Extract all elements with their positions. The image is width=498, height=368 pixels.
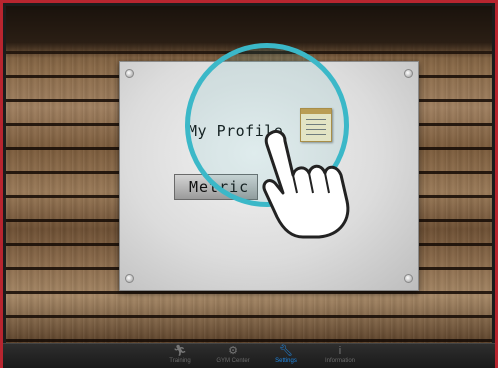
gym-center-icon: ⚙︎: [228, 345, 238, 357]
screw-icon: [404, 274, 413, 283]
tab-gym-center[interactable]: ⚙︎ GYM Center: [205, 345, 261, 367]
info-icon: i: [338, 345, 342, 357]
runner-icon: 🏃︎: [173, 345, 187, 357]
tab-label: GYM Center: [216, 358, 250, 364]
tab-label: Settings: [275, 358, 297, 364]
tab-settings[interactable]: 🔧︎ Settings: [258, 345, 314, 367]
app-frame: My Profile Metric 🏃︎ Training ⚙︎ GYM Cen…: [0, 0, 498, 368]
screw-icon: [125, 274, 134, 283]
screw-icon: [404, 69, 413, 78]
tab-label: Information: [324, 358, 355, 364]
tab-label: Training: [169, 358, 191, 364]
screw-icon: [125, 69, 134, 78]
pointing-hand-icon: [262, 129, 350, 239]
bottom-tab-bar: 🏃︎ Training ⚙︎ GYM Center 🔧︎ Settings i …: [3, 343, 495, 368]
tab-information[interactable]: i Information: [312, 345, 368, 367]
wrench-icon: 🔧︎: [279, 345, 293, 357]
tab-training[interactable]: 🏃︎ Training: [152, 345, 208, 367]
